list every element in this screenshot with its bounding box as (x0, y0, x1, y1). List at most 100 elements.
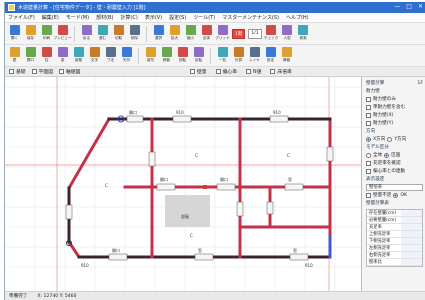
tab-frame[interactable]: 軸組図 (59, 68, 80, 75)
menu-calc[interactable]: 計算(C) (120, 14, 137, 21)
menu-help[interactable]: ヘルプ(H) (286, 14, 309, 21)
move-icon (161, 46, 172, 57)
option1-checkbox[interactable] (366, 96, 371, 102)
preview-tool-button[interactable]: プレビュー (54, 24, 71, 43)
tab-eccentricity[interactable]: 偏心率 (215, 68, 237, 75)
table-icon (217, 46, 228, 57)
tab-n-value[interactable]: N値 (246, 68, 261, 75)
option2-checkbox[interactable] (366, 104, 371, 110)
table-row: 充足率 (367, 224, 422, 231)
toolbar-separator (74, 25, 75, 42)
tab-wall-amount[interactable]: 壁量 (190, 68, 207, 75)
display-combo[interactable]: 壁倍率 (366, 183, 423, 191)
menu-settings[interactable]: 設定(S) (169, 14, 186, 21)
tool-label: 保存 (26, 35, 35, 40)
opening-icon (25, 46, 36, 57)
opening-tool-button[interactable]: 開口 (24, 46, 37, 65)
text-tool-button[interactable]: 文字 (88, 46, 101, 65)
shortage-checkbox[interactable] (366, 192, 371, 198)
tab-plan[interactable]: 平面図 (31, 68, 53, 75)
ok-radio[interactable] (393, 192, 399, 198)
fit-tool-button[interactable]: 全体 (200, 24, 213, 43)
floor-plan[interactable]: 開口 910 910 開口 開口 窓 開口 窓 窓 部屋 C C C C 910… (5, 77, 362, 291)
maximize-button[interactable]: □ (406, 3, 412, 10)
rotate-tool-button[interactable]: 回転 (176, 46, 189, 65)
option3-checkbox[interactable] (366, 112, 371, 118)
folder-tool-button[interactable]: 開く (8, 24, 21, 43)
label-opening: 開口 (220, 176, 228, 182)
minimize-button[interactable]: — (394, 3, 400, 10)
info-tool-button[interactable]: 情報 (280, 46, 293, 65)
close-button[interactable]: ✕ (418, 3, 423, 10)
menu-master[interactable]: マスターメンテナンス(S) (222, 14, 279, 21)
all-radio[interactable] (366, 152, 371, 158)
tool-label: 複写 (146, 57, 155, 62)
selection-handle[interactable] (203, 185, 207, 189)
table-tool-button[interactable]: 一覧 (216, 46, 229, 65)
option4-checkbox[interactable] (366, 120, 371, 126)
redo-icon (97, 24, 108, 35)
confirm-checkbox[interactable] (366, 160, 371, 166)
copy-tool-button[interactable]: 複写 (144, 46, 157, 65)
zoom-in-tool-button[interactable]: 拡大 (168, 24, 181, 43)
table-heading: 壁量計算表 (366, 201, 389, 206)
tool-label: 開く (10, 35, 19, 40)
wall-tool-button[interactable]: 壁 (8, 46, 21, 65)
menu-mode[interactable]: モード(M) (66, 14, 89, 21)
cut-tool-button[interactable]: 切取 (112, 24, 125, 43)
tool-label: レイヤ (249, 57, 260, 62)
x-direction-radio[interactable] (366, 136, 371, 142)
menu-view[interactable]: 表示(V) (145, 14, 162, 21)
part-radio[interactable] (384, 152, 390, 158)
layer-icon (249, 46, 260, 57)
tab-icon (190, 69, 195, 74)
check-tool-button[interactable]: チェック (264, 24, 278, 43)
tab-icon (59, 69, 65, 74)
move-tool-button[interactable]: 移動 (160, 46, 173, 65)
all-label: 全体 (373, 153, 383, 158)
table-row: 壁率比 (367, 259, 422, 266)
preview-icon (57, 24, 68, 35)
label-dim: 910 (273, 110, 281, 115)
grid-tool-button[interactable]: グリッド (215, 24, 230, 43)
save-tool-button[interactable]: 保存 (24, 24, 37, 43)
y-direction-radio[interactable] (387, 136, 393, 142)
selected-room[interactable] (165, 195, 210, 227)
dim-tool-button[interactable]: 寸法 (104, 46, 117, 65)
layer-tool-button[interactable]: レイヤ (248, 46, 261, 65)
arrow-icon (121, 46, 132, 57)
settings-tool-button[interactable]: 設定 (264, 46, 277, 65)
floor-select[interactable]: 1階 (232, 28, 246, 39)
menu-member[interactable]: 部材(B) (96, 14, 113, 21)
arrow-tool-button[interactable]: 矢印 (120, 46, 133, 65)
mirror-tool-button[interactable]: 反転 (192, 46, 205, 65)
redo-tool-button[interactable]: 進む (96, 24, 109, 43)
table-row: 左側充足率 (367, 245, 422, 252)
menu-file[interactable]: ファイル(F) (8, 14, 35, 21)
status-bar: 準備完了 X: 12740 Y: 5460 (5, 291, 425, 300)
x-direction-label: X方向 (373, 137, 386, 142)
print-tool-button[interactable]: 印刷 (40, 24, 53, 43)
select-tool-button[interactable]: 選択 (152, 24, 165, 43)
link-checkbox[interactable] (366, 168, 371, 174)
calc-tool-button[interactable]: 計算 (232, 46, 245, 65)
text-icon (89, 46, 100, 57)
figure-tool-button[interactable]: 人型 (281, 24, 294, 43)
tool-label: 選択 (154, 35, 163, 40)
tab-floor-ratio[interactable]: 床倍率 (270, 68, 292, 75)
zoom-out-tool-button[interactable]: 縮小 (184, 24, 197, 43)
tab-foundation[interactable]: 基礎 (9, 68, 26, 75)
search-tool-button[interactable]: 検索 (297, 24, 310, 43)
menu-tools[interactable]: ツール(T) (193, 14, 215, 21)
menu-edit[interactable]: 編集(E) (42, 14, 59, 21)
room-tool-button[interactable]: 部屋 (72, 46, 85, 65)
drawing-canvas[interactable]: 開口 910 910 開口 開口 窓 開口 窓 窓 部屋 C C C C 910… (5, 77, 362, 291)
column-tool-button[interactable]: 柱 (40, 46, 53, 65)
beam-tool-button[interactable]: 梁 (56, 46, 69, 65)
undo-tool-button[interactable]: 戻る (80, 24, 93, 43)
tool-label: 切取 (114, 35, 123, 40)
check-icon (266, 24, 277, 35)
delete-tool-button[interactable]: 削除 (128, 24, 141, 43)
scale-select[interactable]: 1/1 (248, 28, 262, 39)
label-opening: 開口 (160, 176, 168, 182)
